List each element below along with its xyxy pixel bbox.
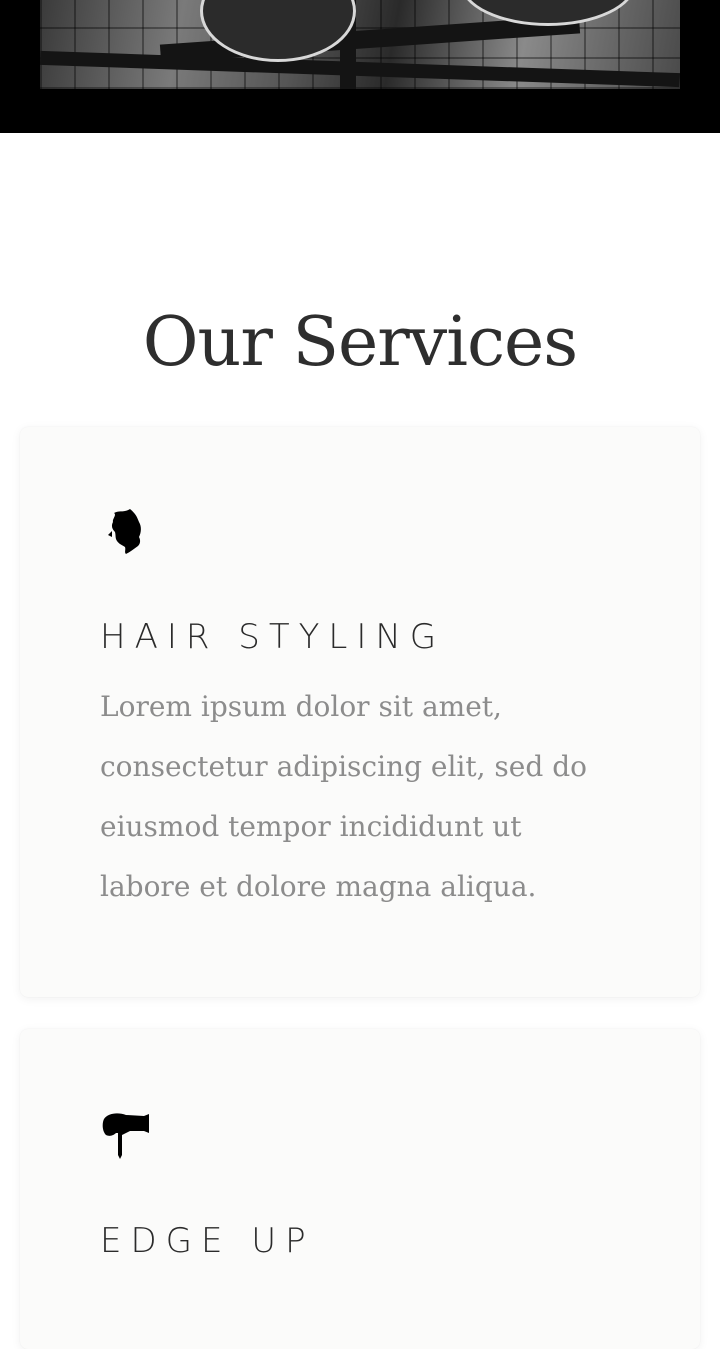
hero-section [0, 0, 720, 133]
service-heading: HAIR STYLING [100, 617, 446, 657]
service-description: Lorem ipsum dolor sit amet, consectetur … [100, 690, 587, 903]
services-title: Our Services [142, 303, 578, 382]
service-card-edge-up: EDGE UP [20, 1029, 700, 1349]
hair-head-icon [108, 509, 141, 554]
hero-image [40, 0, 680, 89]
service-card-hair-styling: HAIR STYLING Lorem ipsum dolor sit amet,… [20, 427, 700, 997]
service-heading: EDGE UP [100, 1221, 315, 1261]
hair-dryer-icon [102, 1113, 149, 1159]
